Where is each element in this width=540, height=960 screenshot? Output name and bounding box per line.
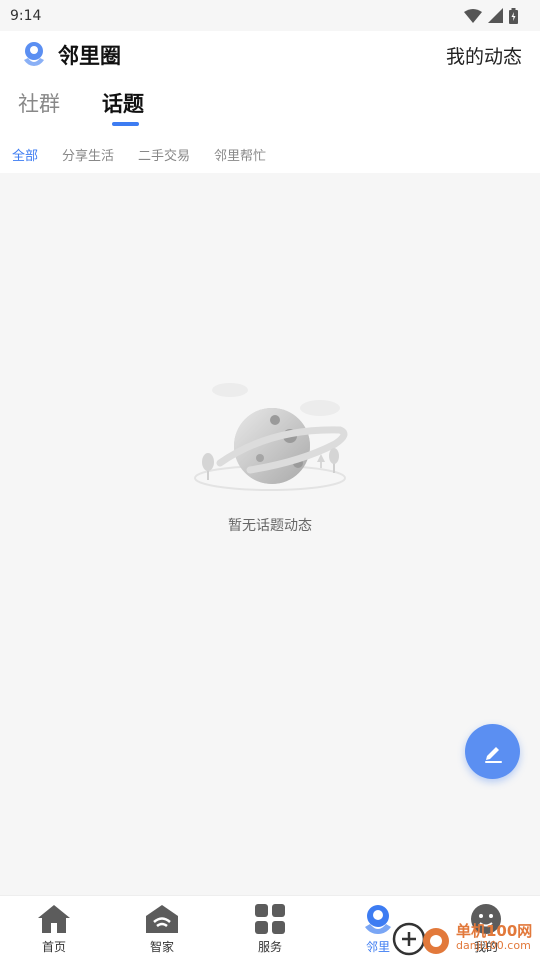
- subtab-all[interactable]: 全部: [12, 145, 38, 164]
- status-icons: [464, 7, 518, 24]
- empty-state: 暂无话题动态: [0, 173, 540, 895]
- battery-icon: [509, 7, 518, 24]
- sub-tabs: 全部 分享生活 二手交易 邻里帮忙: [12, 145, 290, 164]
- neighbor-icon: [365, 905, 391, 934]
- signal-icon: [488, 8, 503, 23]
- nav-services-label: 服务: [257, 940, 282, 954]
- watermark: 单机100网 danji100.com: [392, 918, 532, 958]
- edit-icon: [484, 746, 502, 763]
- nav-home-label: 首页: [41, 940, 66, 954]
- empty-planet-illustration: [194, 383, 348, 491]
- watermark-logo-icon: [392, 922, 449, 956]
- neighbor-logo-icon: [24, 42, 44, 66]
- wifi-icon: [464, 8, 482, 23]
- nav-smart-home[interactable]: 智家: [108, 896, 216, 960]
- my-activity-link[interactable]: 我的动态: [446, 42, 522, 69]
- grid-icon: [255, 904, 285, 934]
- nav-neighbors-label: 邻里: [365, 940, 390, 954]
- status-bar: 9:14: [0, 0, 540, 31]
- subtab-share-life[interactable]: 分享生活: [62, 145, 114, 164]
- watermark-sub: danji100.com: [456, 939, 531, 952]
- nav-home[interactable]: 首页: [0, 896, 108, 960]
- tab-community[interactable]: 社群: [18, 88, 60, 118]
- subtab-second-hand[interactable]: 二手交易: [138, 145, 190, 164]
- nav-services[interactable]: 服务: [216, 896, 324, 960]
- tab-active-indicator: [112, 122, 139, 126]
- empty-message: 暂无话题动态: [228, 518, 312, 534]
- status-time: 9:14: [10, 7, 42, 24]
- watermark-text: 单机100网: [456, 922, 533, 940]
- subtab-neighbor-help[interactable]: 邻里帮忙: [214, 145, 266, 164]
- compose-button[interactable]: [465, 724, 520, 779]
- nav-smart-home-label: 智家: [149, 940, 174, 954]
- home-icon: [38, 905, 70, 933]
- tab-topics[interactable]: 话题: [102, 88, 144, 118]
- header: 邻里圈 我的动态 社群 话题 全部 分享生活 二手交易 邻里帮忙: [0, 31, 540, 173]
- page-title: 邻里圈: [58, 44, 121, 68]
- smart-home-icon: [146, 905, 178, 933]
